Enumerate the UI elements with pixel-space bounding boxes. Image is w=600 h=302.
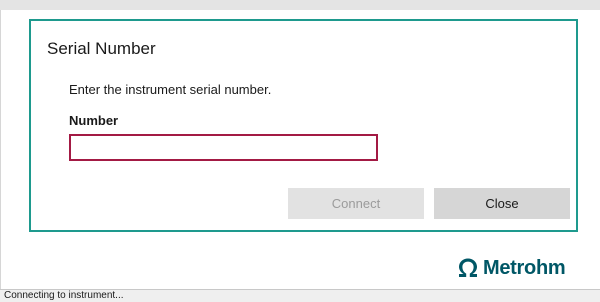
status-text: Connecting to instrument... xyxy=(4,290,124,301)
number-field-label: Number xyxy=(69,113,119,128)
status-bar: Connecting to instrument... xyxy=(0,289,600,302)
serial-number-input[interactable] xyxy=(69,134,378,161)
dialog-description: Enter the instrument serial number. xyxy=(69,82,272,97)
brand-name: Metrohm xyxy=(483,256,566,279)
connect-button[interactable]: Connect xyxy=(288,188,424,219)
omega-logo-icon xyxy=(456,256,480,280)
close-button[interactable]: Close xyxy=(434,188,570,219)
serial-number-dialog: Serial Number Enter the instrument seria… xyxy=(29,19,578,232)
brand-logo: Metrohm xyxy=(456,256,566,280)
top-strip xyxy=(0,0,600,10)
dialog-title: Serial Number xyxy=(47,39,156,58)
window-left-border xyxy=(0,10,1,290)
